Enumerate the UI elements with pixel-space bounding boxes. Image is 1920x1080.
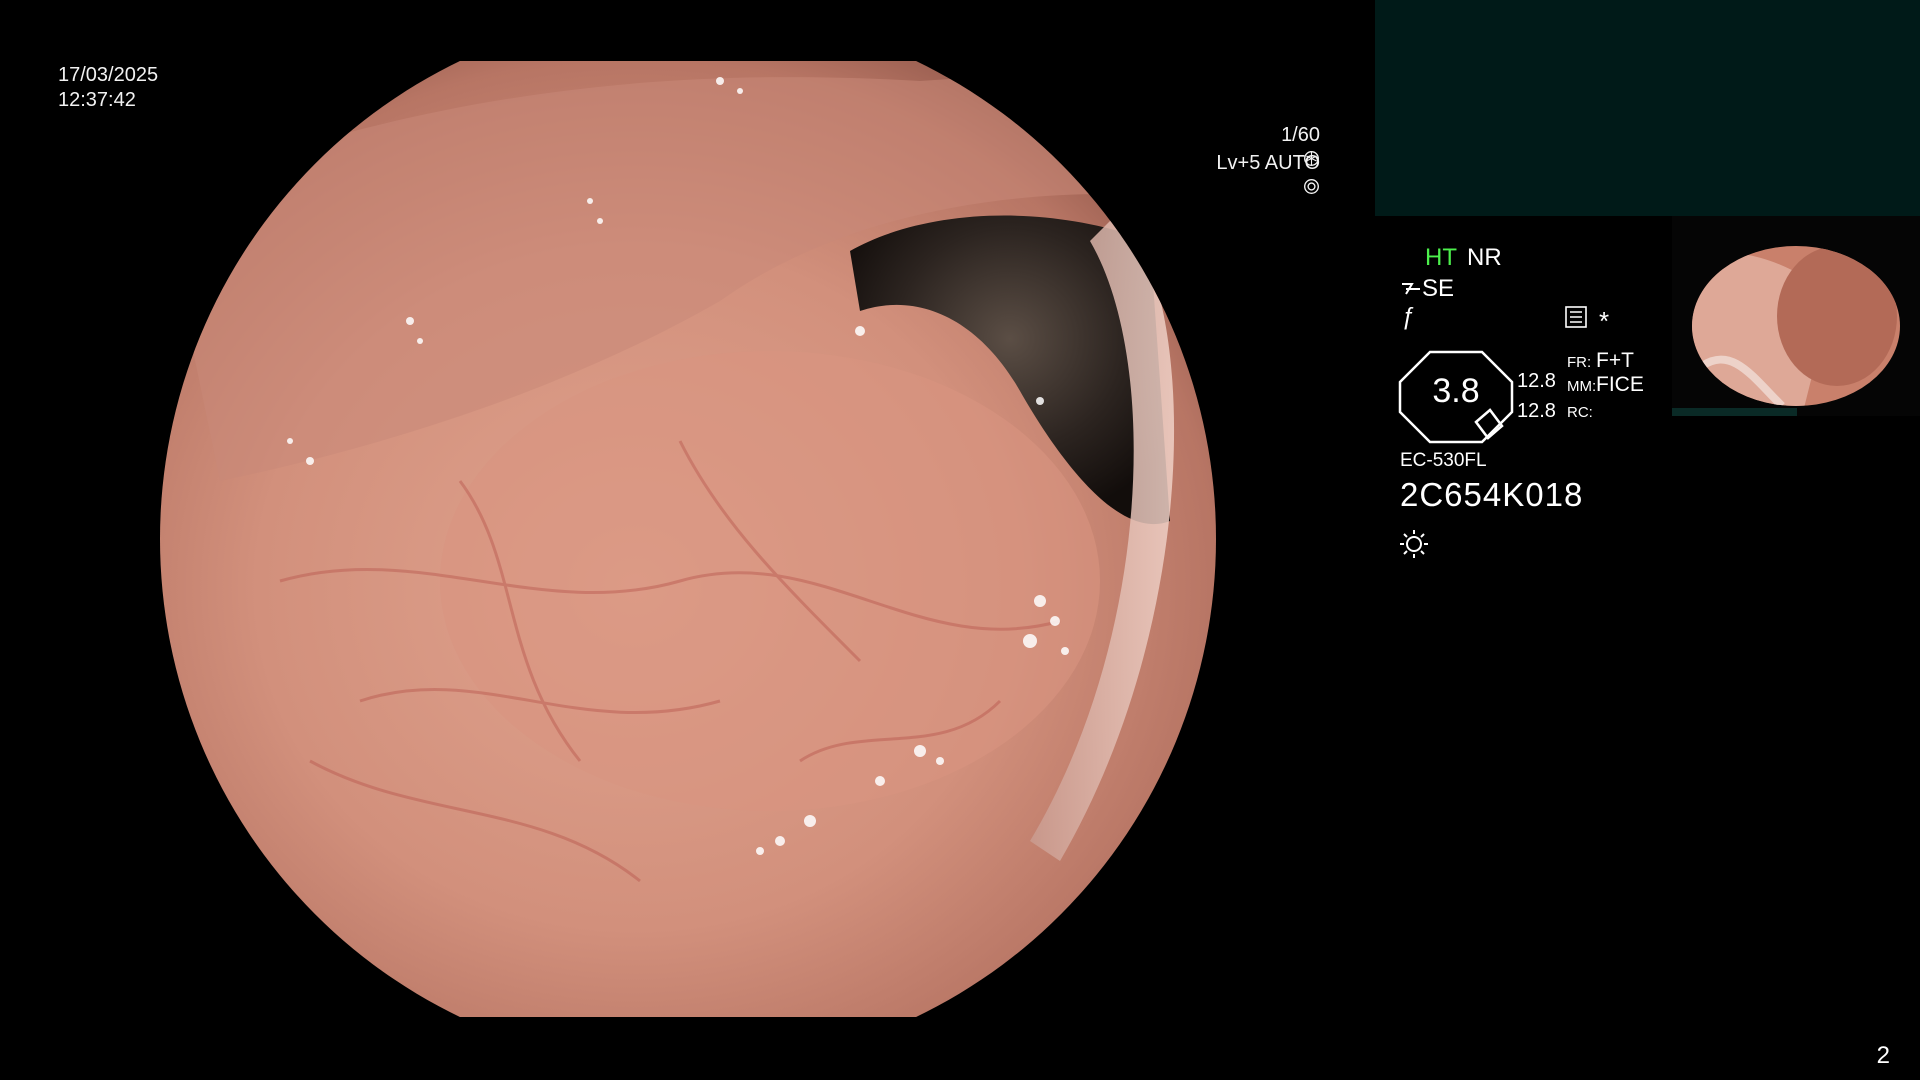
- scope-model: EC-530FL: [1400, 450, 1487, 471]
- exam-time: 12:37:42: [58, 89, 136, 111]
- iris-icon: [1304, 179, 1319, 194]
- se-indicator: SE: [1400, 275, 1454, 303]
- rc-label: RC:: [1567, 404, 1593, 421]
- se-label: SE: [1422, 275, 1455, 302]
- exam-date: 17/03/2025: [58, 64, 159, 86]
- scope-serial: 2C654K018: [1400, 476, 1584, 513]
- reference-panel: [1375, 0, 1920, 216]
- ht-indicator: HT: [1425, 244, 1457, 271]
- fr-label: FR:: [1567, 354, 1592, 371]
- star-indicator: *: [1599, 306, 1610, 336]
- value-1: 12.8: [1517, 370, 1556, 392]
- zoom-value: 3.8: [1432, 372, 1480, 410]
- thumbnail-strip: [1672, 408, 1797, 416]
- menu-icon: [1565, 306, 1587, 328]
- light-source-icon: [1400, 530, 1428, 558]
- fr-value: F+T: [1596, 349, 1634, 372]
- brightness-readout: Lv+5 AUTO: [1194, 127, 1320, 223]
- image-mode-status: HT NR: [1425, 244, 1502, 272]
- thumbnail-preview: [1672, 216, 1920, 416]
- endoscopic-image: [160, 61, 1216, 1017]
- endoscopy-screen: 17/03/2025 12:37:42 1/60 Lv+5 AUTO HT NR …: [0, 0, 1920, 1080]
- structure-enhance-icon: [1402, 283, 1420, 295]
- value-2: 12.8: [1517, 400, 1556, 422]
- f-indicator: ƒ: [1401, 303, 1415, 330]
- nr-indicator: NR: [1467, 244, 1502, 271]
- brightness-value: Lv+5 AUTO: [1216, 152, 1320, 174]
- page-number: 2: [1876, 1042, 1890, 1069]
- mm-label: MM:: [1567, 378, 1597, 395]
- mm-value: FICE: [1596, 373, 1644, 396]
